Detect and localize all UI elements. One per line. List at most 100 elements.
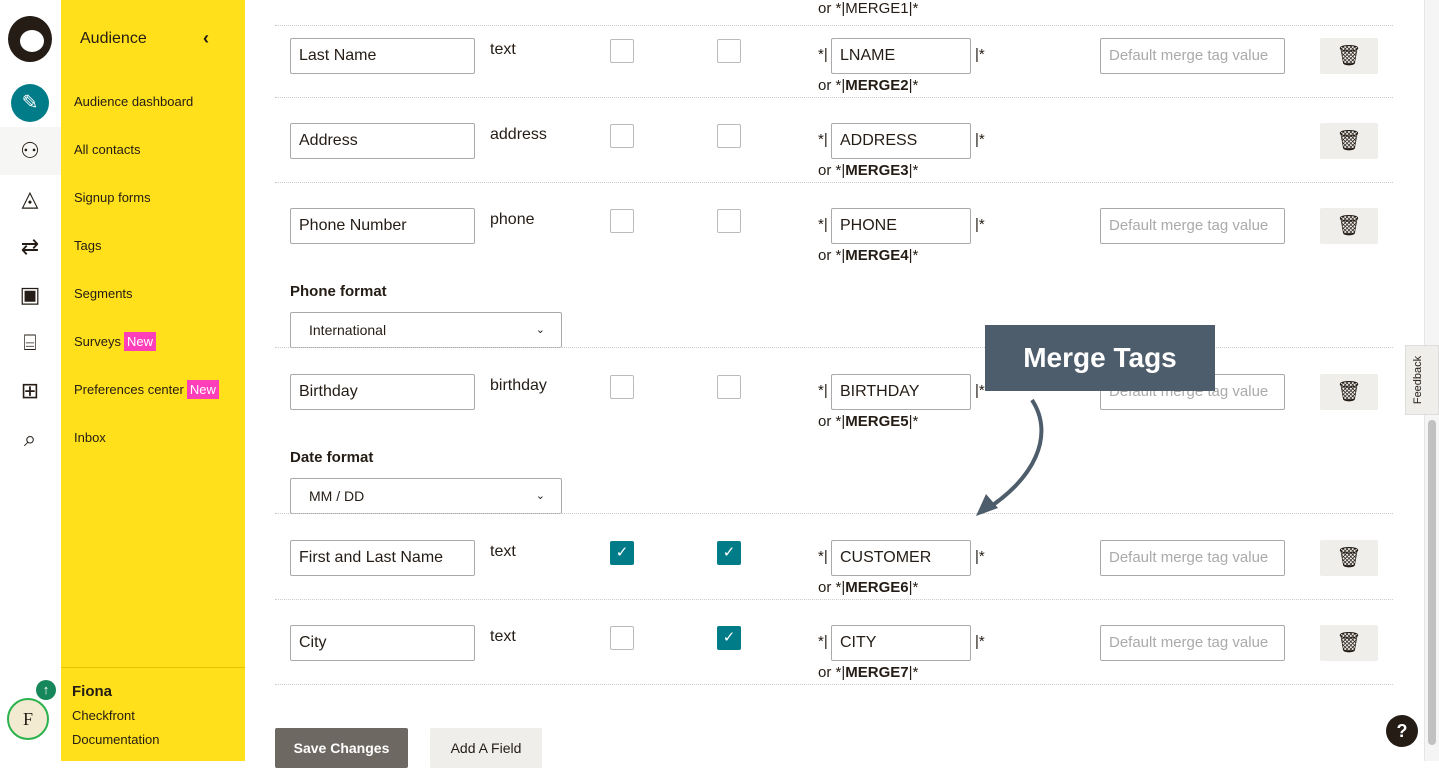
merge-tag-alt: or *|MERGE6|* (818, 579, 919, 596)
merge-tags-callout: Merge Tags (985, 325, 1215, 391)
default-value-input[interactable]: Default merge tag value (1100, 625, 1285, 661)
upgrade-icon[interactable]: ↑ (36, 680, 56, 700)
automations-icon[interactable]: ⇄ (18, 234, 42, 259)
check-icon: ✓ (615, 544, 629, 561)
merge-tag-suffix: |* (975, 46, 985, 63)
avatar[interactable]: F (7, 698, 49, 740)
required-checkbox[interactable] (610, 124, 634, 148)
nav-item-preferences-center[interactable]: Preferences center New (74, 380, 219, 399)
nav-item-label: All contacts (74, 142, 141, 157)
account-name[interactable]: Checkfront (72, 708, 135, 723)
collapse-chevron-icon[interactable]: ‹ (203, 28, 209, 49)
merge-tag-input[interactable]: ADDRESS (831, 123, 971, 159)
visible-checkbox[interactable] (717, 39, 741, 63)
trash-icon: 🗑 (1336, 45, 1362, 67)
visible-checkbox[interactable] (717, 375, 741, 399)
required-checkbox[interactable] (610, 375, 634, 399)
nav-item-all-contacts[interactable]: All contacts (74, 142, 140, 157)
campaigns-icon[interactable]: ◬ (18, 186, 42, 211)
nav-item-tags[interactable]: Tags (74, 238, 101, 253)
merge-tag-alt-name: MERGE3 (845, 162, 909, 179)
user-name: Fiona (72, 683, 112, 700)
merge-tag-suffix: |* (975, 633, 985, 650)
format-select[interactable]: MM / DD ⌄ (290, 478, 562, 514)
format-select[interactable]: International ⌄ (290, 312, 562, 348)
nav-item-surveys[interactable]: Surveys New (74, 332, 156, 351)
required-checkbox[interactable] (610, 209, 634, 233)
visible-checkbox[interactable]: ✓ (717, 541, 741, 565)
delete-field-button[interactable]: 🗑 (1320, 208, 1378, 244)
merge-tag-input[interactable]: CUSTOMER (831, 540, 971, 576)
delete-field-button[interactable]: 🗑 (1320, 123, 1378, 159)
website-icon[interactable]: ▣ (18, 282, 42, 307)
new-badge: New (186, 380, 219, 399)
icon-rail: ✎ ⚇ ◬ ⇄ ▣ ⌸ ⊞ ⌕ F ↑ (0, 0, 61, 761)
trash-icon: 🗑 (1336, 130, 1362, 152)
divider (275, 599, 1393, 600)
check-icon: ✓ (722, 629, 736, 646)
visible-checkbox[interactable]: ✓ (717, 626, 741, 650)
merge-tag-alt: or *|MERGE5|* (818, 413, 919, 430)
default-value-input[interactable]: Default merge tag value (1100, 208, 1285, 244)
merge-tag-input[interactable]: LNAME (831, 38, 971, 74)
field-name-input[interactable]: Phone Number (290, 208, 475, 244)
nav-item-segments[interactable]: Segments (74, 286, 133, 301)
merge-tag-input[interactable]: BIRTHDAY (831, 374, 971, 410)
field-name-input[interactable]: First and Last Name (290, 540, 475, 576)
help-button[interactable]: ? (1386, 715, 1418, 747)
field-name-input[interactable]: City (290, 625, 475, 661)
merge-tag-alt: or *|MERGE4|* (818, 247, 919, 264)
nav-item-label: Audience dashboard (74, 94, 194, 109)
field-type: phone (490, 211, 535, 228)
divider (275, 513, 1393, 514)
nav-item-inbox[interactable]: Inbox (74, 430, 106, 445)
nav-item-signup-forms[interactable]: Signup forms (74, 190, 151, 205)
delete-field-button[interactable]: 🗑 (1320, 625, 1378, 661)
content-icon[interactable]: ⌸ (18, 330, 42, 355)
merge-tag-alt-name: MERGE4 (845, 247, 909, 264)
delete-field-button[interactable]: 🗑 (1320, 540, 1378, 576)
required-checkbox[interactable]: ✓ (610, 541, 634, 565)
field-name-input[interactable]: Last Name (290, 38, 475, 74)
delete-field-button[interactable]: 🗑 (1320, 38, 1378, 74)
merge-tag-input[interactable]: PHONE (831, 208, 971, 244)
required-checkbox[interactable] (610, 39, 634, 63)
merge-tag-alt-name: MERGE6 (845, 579, 909, 596)
search-icon[interactable]: ⌕ (18, 426, 42, 451)
callout-arrow (976, 398, 1044, 516)
field-type: text (490, 543, 516, 560)
field-name-input[interactable]: Address (290, 123, 475, 159)
delete-field-button[interactable]: 🗑 (1320, 374, 1378, 410)
field-name-input[interactable]: Birthday (290, 374, 475, 410)
visible-checkbox[interactable] (717, 124, 741, 148)
create-button[interactable]: ✎ (11, 84, 49, 122)
chevron-down-icon: ⌄ (535, 324, 545, 336)
default-value-input[interactable]: Default merge tag value (1100, 540, 1285, 576)
required-checkbox[interactable] (610, 626, 634, 650)
nav-item-label: Inbox (74, 430, 106, 445)
audience-nav: Audience ‹ Audience dashboard All contact… (61, 0, 245, 761)
nav-item-audience-dashboard[interactable]: Audience dashboard (74, 94, 193, 109)
divider (275, 684, 1393, 685)
format-value: MM / DD (309, 488, 365, 504)
merge-tag-alt-partial: or *|MERGE1|* (818, 0, 919, 17)
save-changes-button[interactable]: Save Changes (275, 728, 408, 768)
divider (275, 347, 1393, 348)
add-field-button[interactable]: Add A Field (430, 728, 542, 768)
feedback-tab[interactable]: Feedback (1405, 345, 1439, 415)
field-type: text (490, 41, 516, 58)
merge-tag-prefix: *| (818, 216, 828, 233)
visible-checkbox[interactable] (717, 209, 741, 233)
merge-tag-alt: or *|MERGE3|* (818, 162, 919, 179)
chevron-down-icon: ⌄ (535, 490, 545, 502)
merge-tag-suffix: |* (975, 548, 985, 565)
audience-icon[interactable]: ⚇ (18, 138, 42, 163)
mailchimp-logo[interactable] (8, 16, 52, 62)
merge-tag-input[interactable]: CITY (831, 625, 971, 661)
integrations-icon[interactable]: ⊞ (18, 378, 42, 403)
merge-tag-alt-name: MERGE2 (845, 77, 909, 94)
divider (61, 667, 245, 668)
default-value-input[interactable]: Default merge tag value (1100, 38, 1285, 74)
divider (275, 97, 1393, 98)
documentation-link[interactable]: Documentation (72, 732, 159, 747)
